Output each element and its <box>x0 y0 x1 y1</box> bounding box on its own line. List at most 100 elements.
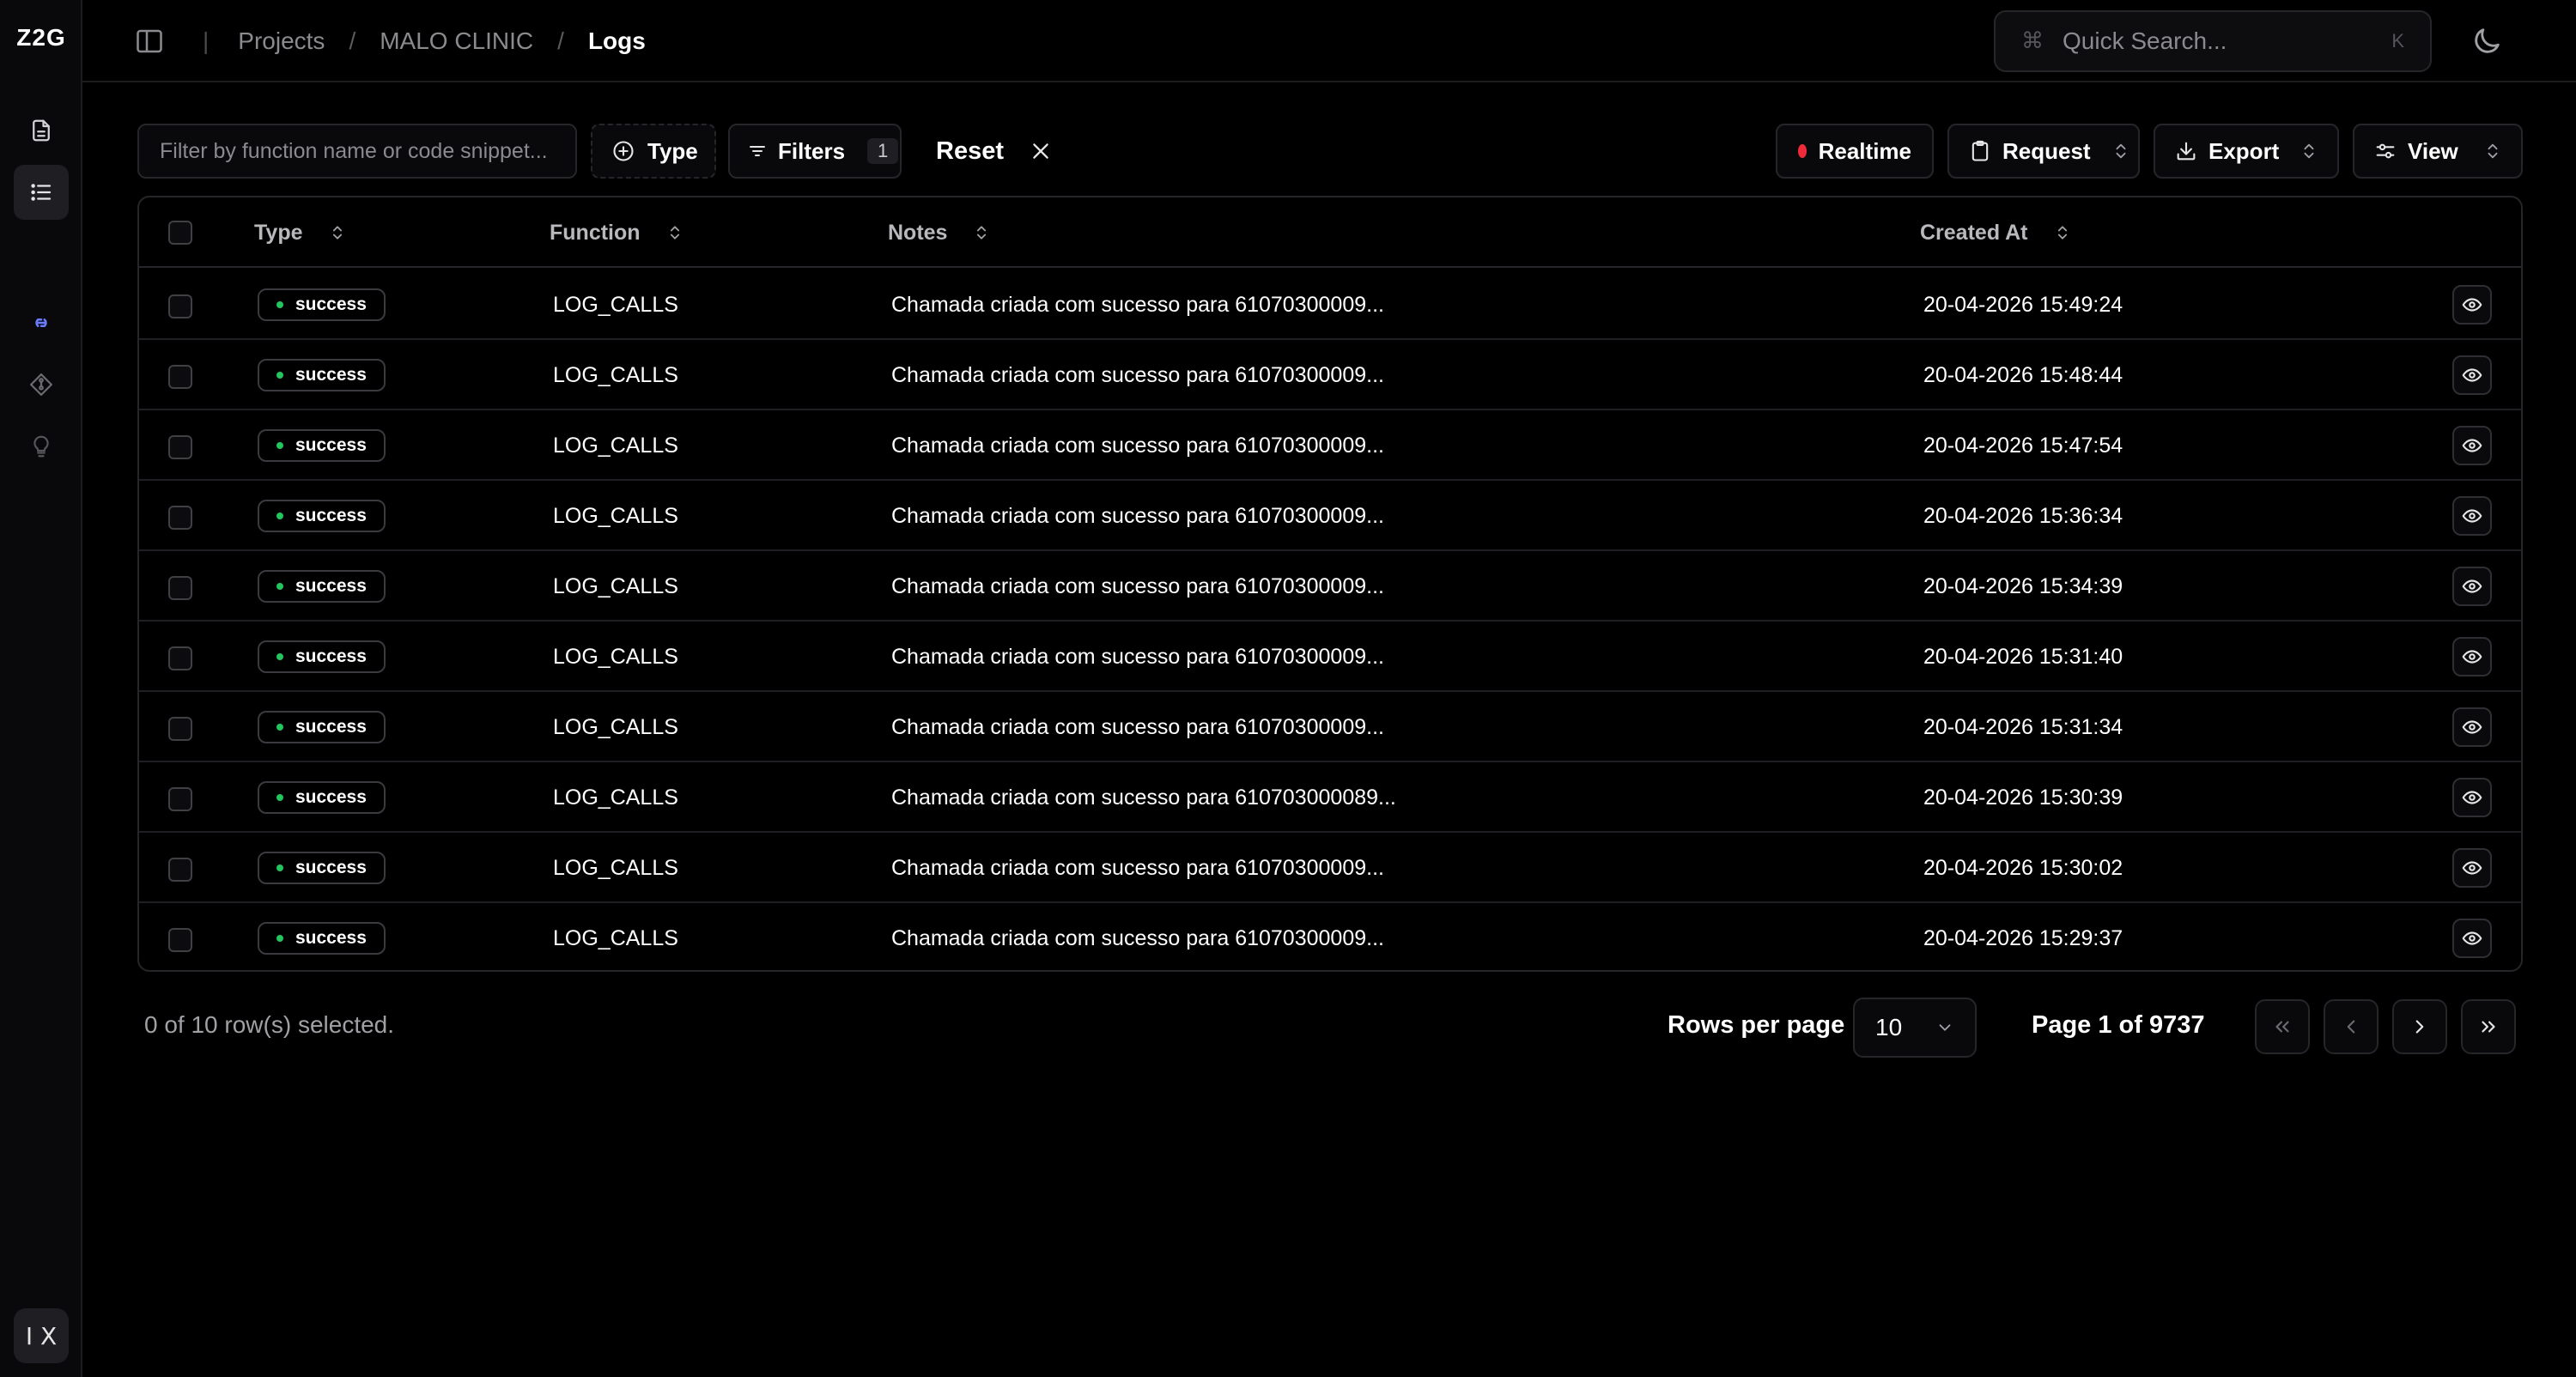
row-checkbox[interactable] <box>168 787 192 811</box>
row-checkbox[interactable] <box>168 646 192 670</box>
sidebar-item-git[interactable] <box>14 357 69 412</box>
chevrons-right-icon <box>2482 1021 2495 1033</box>
export-button[interactable]: Export <box>2154 124 2339 179</box>
breadcrumb-project[interactable]: MALO CLINIC <box>380 27 533 55</box>
created-at: 20-04-2026 15:48:44 <box>1923 362 2123 387</box>
created-at: 20-04-2026 15:31:40 <box>1923 644 2123 669</box>
created-at: 20-04-2026 15:34:39 <box>1923 573 2123 598</box>
breadcrumb-projects[interactable]: Projects <box>238 27 325 55</box>
filter-input[interactable]: Filter by function name or code snippet.… <box>137 124 577 179</box>
notes-text: Chamada criada com sucesso para 61070300… <box>891 362 1384 387</box>
table-row[interactable]: success LOG_CALLS Chamada criada com suc… <box>139 270 2521 340</box>
last-page-button[interactable] <box>2461 999 2516 1054</box>
function-name: LOG_CALLS <box>553 573 678 598</box>
row-checkbox[interactable] <box>168 294 192 318</box>
row-checkbox[interactable] <box>168 576 192 600</box>
view-details-button[interactable] <box>2452 637 2492 676</box>
first-page-button[interactable] <box>2255 999 2310 1054</box>
view-details-button[interactable] <box>2452 707 2492 747</box>
eye-icon <box>2462 931 2482 945</box>
rows-per-page-select[interactable]: 10 <box>1853 998 1977 1058</box>
breadcrumb: | Projects / MALO CLINIC / Logs <box>203 24 646 58</box>
created-at: 20-04-2026 15:49:24 <box>1923 292 2123 317</box>
chevron-up-down-icon <box>2488 143 2498 159</box>
table-row[interactable]: success LOG_CALLS Chamada criada com suc… <box>139 551 2521 622</box>
status-badge: success <box>258 640 386 673</box>
sidebar-item-logs[interactable] <box>14 165 69 220</box>
success-dot <box>276 724 283 731</box>
column-header-type[interactable]: Type <box>254 197 346 268</box>
realtime-label: Realtime <box>1818 137 1911 164</box>
reset-button[interactable]: Reset <box>936 124 1052 179</box>
request-button[interactable]: Request <box>1947 124 2140 179</box>
view-label: View <box>2408 137 2458 164</box>
view-button[interactable]: View <box>2353 124 2523 179</box>
column-header-created-at[interactable]: Created At <box>1920 197 2071 268</box>
table-row[interactable]: success LOG_CALLS Chamada criada com suc… <box>139 833 2521 903</box>
function-name: LOG_CALLS <box>553 855 678 880</box>
view-details-button[interactable] <box>2452 848 2492 888</box>
column-header-function[interactable]: Function <box>550 197 683 268</box>
eye-icon <box>2462 509 2482 523</box>
row-checkbox[interactable] <box>168 365 192 389</box>
row-checkbox[interactable] <box>168 717 192 741</box>
column-header-notes[interactable]: Notes <box>888 197 990 268</box>
view-details-button[interactable] <box>2452 919 2492 958</box>
select-all-checkbox[interactable] <box>168 221 192 245</box>
next-page-button[interactable] <box>2392 999 2447 1054</box>
filters-count-badge: 1 <box>867 138 899 164</box>
filter-placeholder: Filter by function name or code snippet.… <box>160 138 548 163</box>
view-details-button[interactable] <box>2452 567 2492 606</box>
table-row[interactable]: success LOG_CALLS Chamada criada com suc… <box>139 622 2521 692</box>
row-checkbox[interactable] <box>168 928 192 952</box>
command-icon: ⌘ <box>2021 28 2044 54</box>
moon-icon[interactable] <box>2470 24 2504 58</box>
panel-toggle-icon[interactable] <box>134 26 165 57</box>
function-name: LOG_CALLS <box>553 292 678 317</box>
function-name: LOG_CALLS <box>553 644 678 669</box>
notes-text: Chamada criada com sucesso para 61070300… <box>891 855 1384 880</box>
eye-icon <box>2462 650 2482 664</box>
view-details-button[interactable] <box>2452 355 2492 395</box>
table-row[interactable]: success LOG_CALLS Chamada criada com suc… <box>139 762 2521 833</box>
column-header-label: Function <box>550 220 641 245</box>
view-details-button[interactable] <box>2452 285 2492 325</box>
breadcrumb-divider: | <box>203 27 210 54</box>
sidebar-item-ideas[interactable] <box>14 419 69 474</box>
status-badge-label: success <box>295 506 367 525</box>
view-details-button[interactable] <box>2452 426 2492 465</box>
sidebar-item-links[interactable] <box>14 295 69 350</box>
chevrons-left-icon <box>2275 1021 2289 1033</box>
table-row[interactable]: success LOG_CALLS Chamada criada com suc… <box>139 410 2521 481</box>
row-checkbox[interactable] <box>168 435 192 459</box>
type-filter-button[interactable]: Type <box>591 124 716 179</box>
success-dot <box>276 653 283 660</box>
previous-page-button[interactable] <box>2324 999 2379 1054</box>
view-details-button[interactable] <box>2452 778 2492 817</box>
row-checkbox[interactable] <box>168 506 192 530</box>
realtime-button[interactable]: Realtime <box>1776 124 1934 179</box>
filters-button[interactable]: Filters 1 <box>728 124 902 179</box>
table-row[interactable]: success LOG_CALLS Chamada criada com suc… <box>139 903 2521 970</box>
success-dot <box>276 864 283 871</box>
sort-icon <box>332 226 342 240</box>
success-dot <box>276 513 283 519</box>
sidebar-item-documents[interactable] <box>14 103 69 158</box>
link-icon <box>35 318 47 327</box>
eye-icon <box>2462 579 2482 593</box>
status-badge-label: success <box>295 646 367 666</box>
status-badge: success <box>258 288 386 321</box>
breadcrumb-separator: / <box>557 27 564 54</box>
document-icon <box>33 119 50 142</box>
view-details-button[interactable] <box>2452 496 2492 536</box>
table-row[interactable]: success LOG_CALLS Chamada criada com suc… <box>139 340 2521 410</box>
status-badge-label: success <box>295 928 367 948</box>
table-row[interactable]: success LOG_CALLS Chamada criada com suc… <box>139 481 2521 551</box>
function-name: LOG_CALLS <box>553 925 678 950</box>
table-row[interactable]: success LOG_CALLS Chamada criada com suc… <box>139 692 2521 762</box>
user-badge[interactable]: I X <box>14 1308 69 1363</box>
quick-search-input[interactable]: ⌘ Quick Search... K <box>1994 10 2432 72</box>
row-checkbox[interactable] <box>168 858 192 882</box>
chevron-left-icon <box>2347 1020 2355 1034</box>
list-icon <box>31 184 52 201</box>
